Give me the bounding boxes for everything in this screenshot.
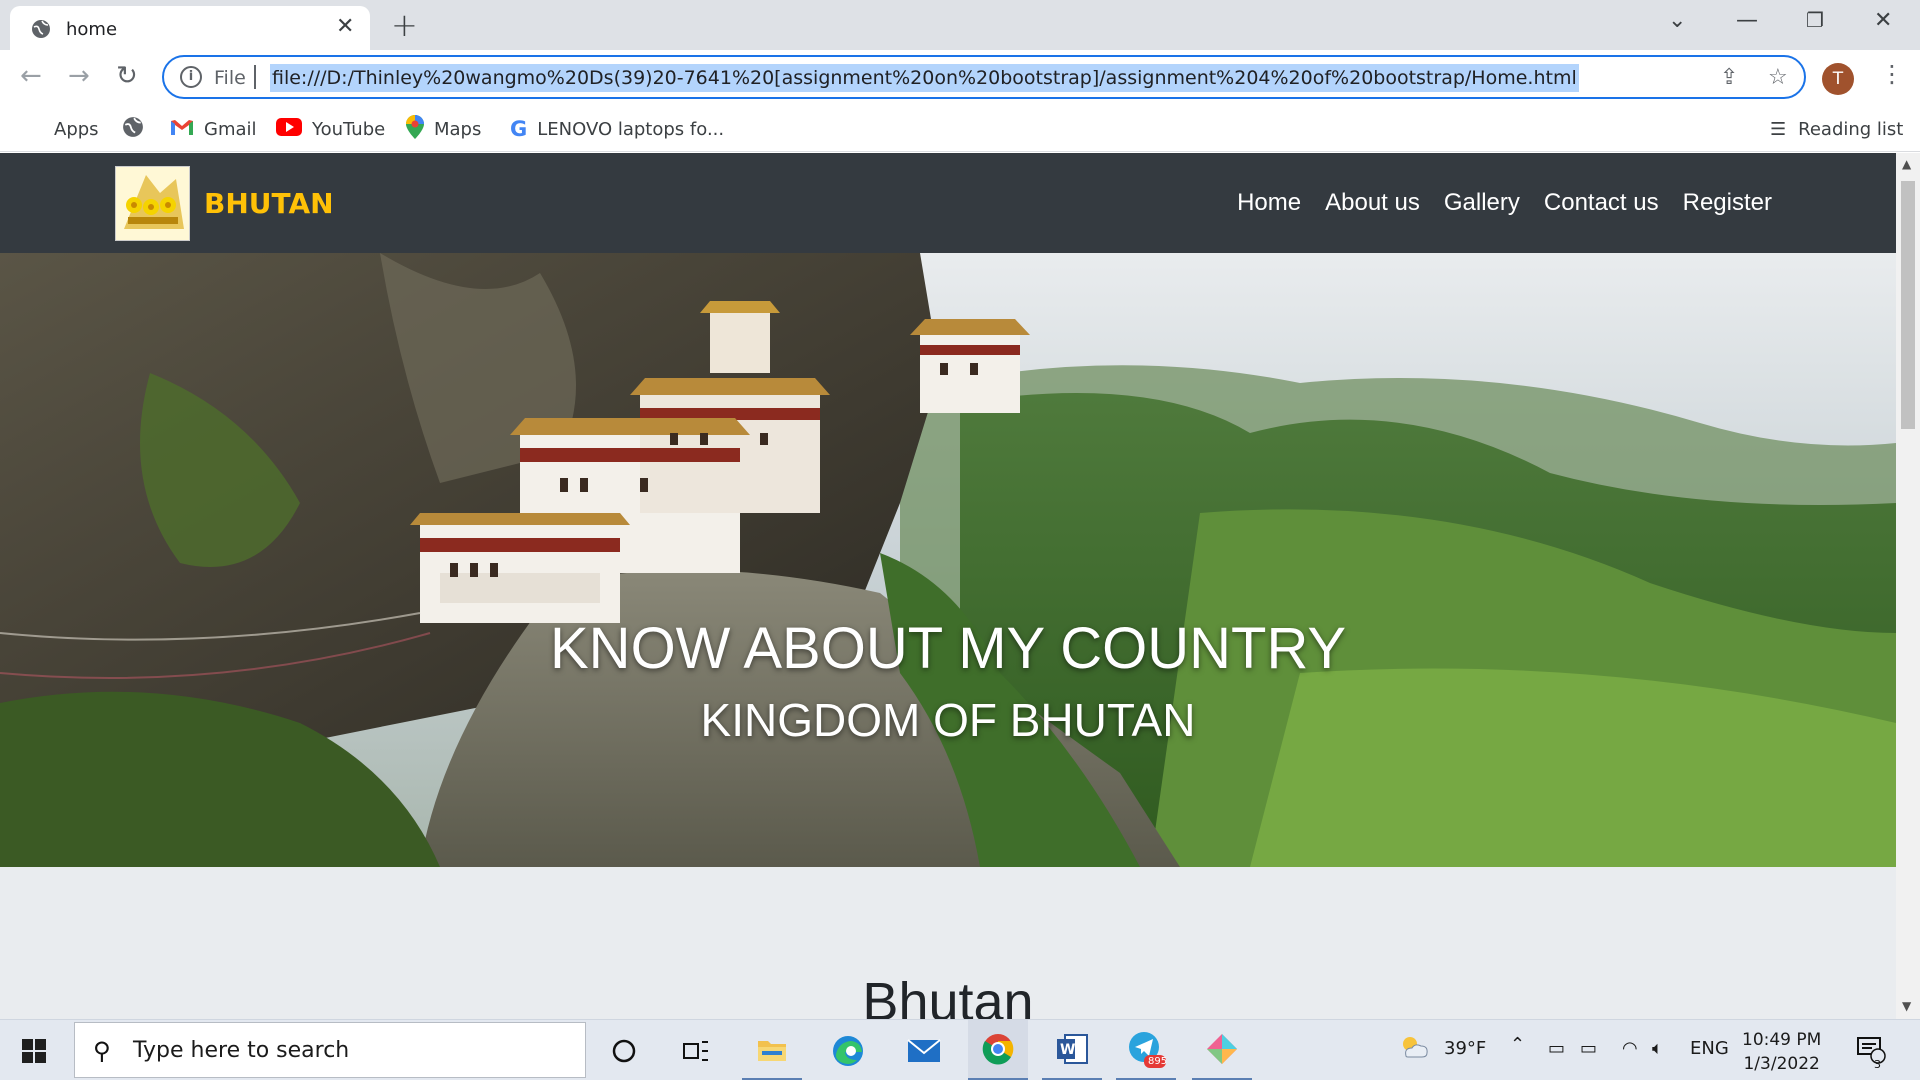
file-explorer-icon[interactable]: [742, 1020, 802, 1080]
clock-time: 10:49 PM: [1742, 1030, 1822, 1050]
bookmark-youtube[interactable]: YouTube: [276, 114, 385, 144]
bookmark-apps-label: Apps: [54, 118, 99, 140]
forward-button[interactable]: →: [68, 62, 90, 90]
search-icon: ⚲: [93, 1037, 111, 1065]
tab-close-icon[interactable]: ✕: [336, 16, 354, 38]
reading-list-label: Reading list: [1798, 118, 1904, 140]
notification-count: 3: [1874, 1058, 1881, 1071]
show-hidden-icons-icon[interactable]: ⌃: [1510, 1034, 1525, 1055]
windows-taskbar: ⚲ Type here to search W 895 39°F ⌃ ▭ ▭ ◠…: [0, 1019, 1920, 1080]
close-window-button[interactable]: ✕: [1874, 8, 1892, 33]
gmail-icon: [170, 118, 194, 141]
scrollbar-thumb[interactable]: [1901, 181, 1915, 429]
edge-icon[interactable]: [818, 1020, 878, 1080]
apps-grid-icon: [22, 118, 44, 140]
weather-temperature[interactable]: 39°F: [1444, 1038, 1486, 1059]
app-diamond-icon[interactable]: [1192, 1020, 1252, 1080]
scroll-down-arrow-icon[interactable]: ▼: [1902, 999, 1911, 1013]
url-text[interactable]: file:///D:/Thinley%20wangmo%20Ds(39)20-7…: [270, 64, 1579, 92]
task-view-icon[interactable]: [666, 1020, 726, 1080]
bookmark-star-icon[interactable]: ☆: [1768, 65, 1788, 90]
hero-subtitle: KINGDOM OF BHUTAN: [700, 694, 1196, 746]
browser-tab[interactable]: home ✕: [10, 6, 370, 50]
windows-start-icon[interactable]: [22, 1039, 46, 1063]
bookmark-globe[interactable]: [122, 114, 144, 144]
nav-link-about[interactable]: About us: [1325, 189, 1420, 217]
bookmark-maps[interactable]: Maps: [406, 114, 481, 144]
youtube-icon: [276, 117, 302, 141]
restore-button[interactable]: ❐: [1806, 8, 1824, 32]
new-tab-button[interactable]: +: [391, 8, 418, 42]
taskbar-search-placeholder: Type here to search: [133, 1038, 350, 1063]
nav-link-gallery[interactable]: Gallery: [1444, 189, 1520, 217]
hero-banner: KNOW ABOUT MY COUNTRY KINGDOM OF BHUTAN: [0, 253, 1896, 867]
hero-title: KNOW ABOUT MY COUNTRY: [550, 616, 1346, 681]
nav-link-register[interactable]: Register: [1683, 189, 1772, 217]
battery-icon[interactable]: ▭: [1580, 1038, 1597, 1059]
cortana-icon[interactable]: [594, 1020, 654, 1080]
tab-search-icon[interactable]: ⌄: [1668, 8, 1686, 33]
nav-link-contact[interactable]: Contact us: [1544, 189, 1659, 217]
hero-image: [0, 253, 1896, 867]
page-scrollbar[interactable]: ▲ ▼: [1896, 153, 1920, 1019]
volume-icon[interactable]: 🔈︎: [1652, 1038, 1663, 1059]
bookmark-gmail-label: Gmail: [204, 118, 257, 140]
browser-toolbar: ← → ↻ i File file:///D:/Thinley%20wangmo…: [0, 50, 1920, 106]
google-g-icon: G: [510, 117, 528, 141]
brand-logo[interactable]: [115, 166, 190, 241]
section-heading: Bhutan: [862, 972, 1034, 1019]
notification-icon[interactable]: [1856, 1034, 1886, 1069]
address-bar[interactable]: i File file:///D:/Thinley%20wangmo%20Ds(…: [162, 55, 1806, 99]
word-icon[interactable]: W: [1042, 1020, 1102, 1080]
brand-name[interactable]: BHUTAN: [204, 187, 334, 220]
weather-icon[interactable]: [1398, 1032, 1430, 1067]
telegram-icon[interactable]: 895: [1116, 1020, 1176, 1080]
bookmark-apps[interactable]: Apps: [22, 114, 99, 144]
language-indicator[interactable]: ENG: [1690, 1038, 1729, 1059]
clock-date: 1/3/2022: [1743, 1054, 1820, 1074]
bookmark-maps-label: Maps: [434, 118, 482, 140]
reading-list-icon: ☰: [1770, 118, 1787, 140]
bookmark-gmail[interactable]: Gmail: [170, 114, 257, 144]
scroll-up-arrow-icon[interactable]: ▲: [1902, 157, 1911, 171]
share-icon[interactable]: ⇪: [1720, 65, 1738, 90]
site-nav-links: Home About us Gallery Contact us Registe…: [1237, 189, 1772, 217]
page-viewport: BHUTAN Home About us Gallery Contact us …: [0, 153, 1896, 1019]
chrome-icon[interactable]: [968, 1020, 1028, 1080]
tab-strip: home ✕ + ⌄ — ❐ ✕: [0, 0, 1920, 50]
info-icon[interactable]: i: [180, 66, 202, 88]
bookmarks-bar: Apps Gmail YouTube Maps G LENOVO laptops…: [0, 106, 1920, 152]
bookmark-lenovo-label: LENOVO laptops fo...: [537, 118, 725, 140]
taskbar-clock[interactable]: 10:49 PM 1/3/2022: [1742, 1028, 1821, 1076]
back-button[interactable]: ←: [20, 62, 42, 90]
profile-avatar[interactable]: T: [1822, 63, 1854, 95]
bookmark-youtube-label: YouTube: [312, 118, 386, 140]
tab-title: home: [66, 19, 118, 40]
url-separator: [254, 65, 256, 89]
svg-text:W: W: [1060, 1042, 1075, 1058]
site-navbar: BHUTAN Home About us Gallery Contact us …: [0, 153, 1896, 253]
bookmark-lenovo[interactable]: G LENOVO laptops fo...: [510, 114, 724, 144]
globe-icon: [122, 116, 144, 143]
reload-button[interactable]: ↻: [116, 62, 138, 90]
maps-pin-icon: [406, 114, 424, 144]
nav-link-home[interactable]: Home: [1237, 189, 1301, 217]
url-scheme-label: File: [214, 67, 246, 89]
mail-icon[interactable]: [894, 1020, 954, 1080]
menu-icon[interactable]: ⋮: [1880, 60, 1904, 88]
globe-icon: [31, 19, 51, 43]
minimize-button[interactable]: —: [1736, 8, 1758, 33]
telegram-badge: 895: [1148, 1056, 1168, 1067]
taskbar-search[interactable]: ⚲ Type here to search: [74, 1022, 586, 1078]
reading-list-button[interactable]: ☰ Reading list: [1770, 114, 1903, 144]
meet-icon[interactable]: ▭: [1548, 1038, 1565, 1059]
wifi-icon[interactable]: ◠: [1622, 1038, 1638, 1059]
